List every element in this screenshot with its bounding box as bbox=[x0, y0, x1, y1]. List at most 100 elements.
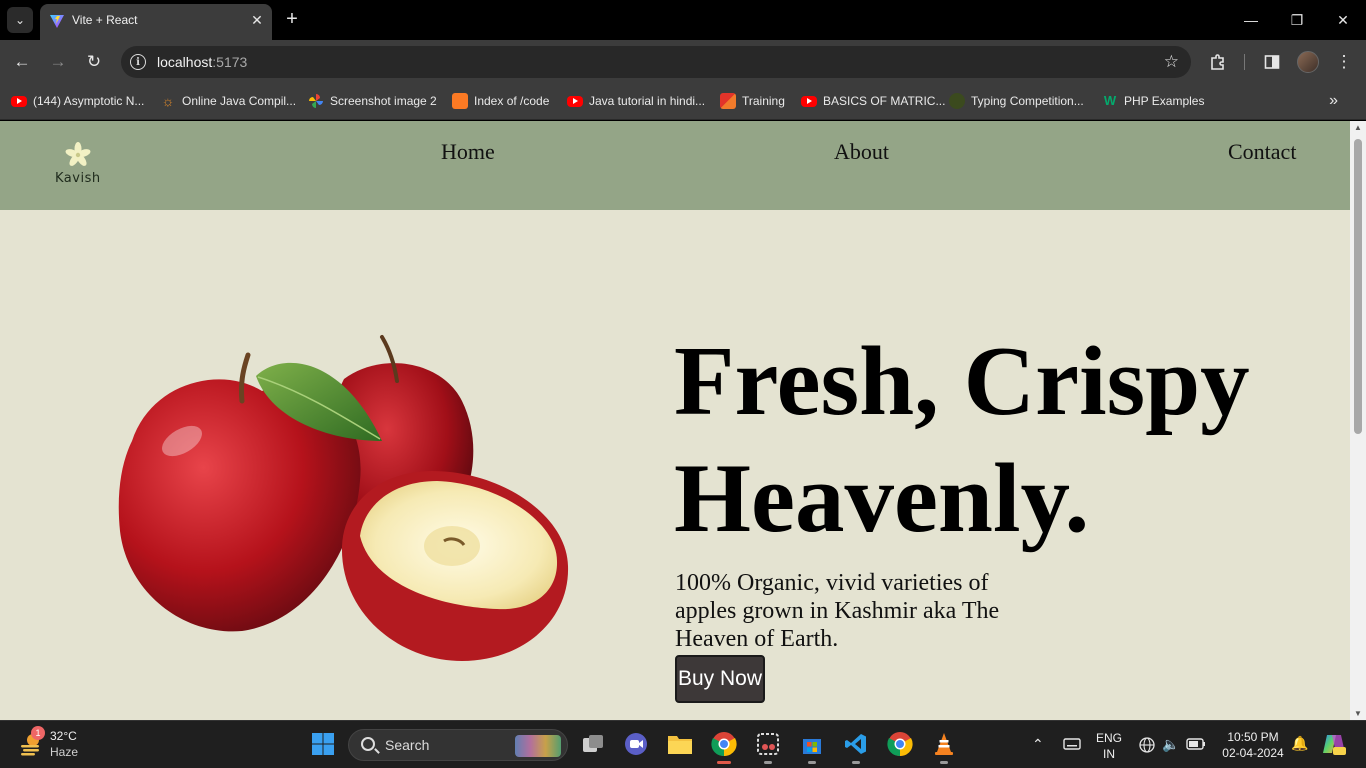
bookmark-item[interactable]: BASICS OF MATRIC... bbox=[801, 92, 945, 110]
bookmark-star-icon[interactable]: ☆ bbox=[1164, 52, 1179, 72]
task-view-icon bbox=[583, 735, 603, 752]
site-info-icon[interactable]: i bbox=[130, 54, 146, 70]
bookmark-item[interactable]: Screenshot image 2 bbox=[308, 92, 437, 110]
task-view-button[interactable] bbox=[579, 730, 607, 758]
clock-date[interactable]: 02-04-2024 bbox=[1220, 746, 1286, 760]
forward-button[interactable]: → bbox=[48, 52, 68, 72]
bookmark-item[interactable]: Index of /code bbox=[452, 92, 549, 110]
w3-icon: W bbox=[1103, 93, 1117, 108]
arrow-left-icon: ← bbox=[13, 52, 31, 71]
bookmark-item[interactable]: ☼ Online Java Compil... bbox=[160, 92, 296, 110]
tab-title: Vite + React bbox=[72, 13, 138, 27]
chrome-taskbar-button[interactable] bbox=[710, 730, 738, 764]
url-text: localhost:5173 bbox=[157, 54, 248, 70]
battery-icon[interactable] bbox=[1186, 737, 1206, 751]
apples-image bbox=[118, 335, 569, 661]
browser-menu-button[interactable]: ⋮ bbox=[1334, 52, 1354, 72]
vlc-cone-icon bbox=[935, 733, 953, 755]
chevron-up-icon[interactable]: ⌃ bbox=[1032, 736, 1044, 753]
training-icon bbox=[720, 93, 736, 109]
close-icon: ✕ bbox=[251, 11, 263, 28]
taskbar: 1 32°C Haze Search ⌃ ENG IN 🔈 10:50 PM 0… bbox=[0, 720, 1366, 768]
taskbar-search[interactable]: Search bbox=[348, 729, 568, 761]
youtube-icon bbox=[801, 95, 817, 107]
language-region[interactable]: IN bbox=[1096, 747, 1122, 761]
clock-time[interactable]: 10:50 PM bbox=[1222, 730, 1284, 744]
scroll-thumb[interactable] bbox=[1354, 139, 1362, 434]
arrow-right-icon: → bbox=[49, 52, 67, 71]
running-app-indicator bbox=[764, 761, 772, 764]
bookmark-item[interactable]: W PHP Examples bbox=[1102, 92, 1205, 110]
language-code[interactable]: ENG bbox=[1096, 731, 1122, 745]
page-scrollbar[interactable]: ▲ ▼ bbox=[1350, 121, 1366, 720]
new-tab-button[interactable]: + bbox=[282, 9, 302, 29]
scroll-up-icon[interactable]: ▲ bbox=[1353, 123, 1363, 132]
profile-avatar[interactable] bbox=[1297, 51, 1319, 73]
minimize-button[interactable]: — bbox=[1241, 10, 1261, 30]
hero-subtitle: 100% Organic, vivid varieties of apples … bbox=[675, 570, 1000, 652]
extensions-button[interactable] bbox=[1208, 52, 1228, 72]
sun-icon: ☼ bbox=[161, 93, 175, 109]
back-button[interactable]: ← bbox=[12, 52, 32, 72]
start-button[interactable] bbox=[309, 730, 337, 758]
bookmark-item[interactable]: (144) Asymptotic N... bbox=[11, 92, 144, 110]
site-navbar: Kavish Home About Contact bbox=[0, 121, 1350, 210]
nav-contact-link[interactable]: Contact bbox=[1228, 139, 1296, 165]
taskbar-search-label: Search bbox=[385, 737, 430, 753]
chrome-icon bbox=[887, 732, 913, 757]
bookmarks-overflow-button[interactable]: » bbox=[1329, 92, 1338, 110]
typing-icon bbox=[949, 93, 965, 109]
notification-bell-icon[interactable]: 🔔 bbox=[1291, 735, 1308, 752]
tab-search-button[interactable]: ⌄ bbox=[7, 7, 33, 33]
video-chat-icon bbox=[625, 733, 647, 755]
bookmarks-bar: (144) Asymptotic N... ☼ Online Java Compi… bbox=[0, 84, 1366, 120]
reload-button[interactable]: ↻ bbox=[84, 52, 104, 72]
snipping-tool-button[interactable] bbox=[754, 730, 782, 764]
reload-icon: ↻ bbox=[86, 52, 102, 71]
vscode-button[interactable] bbox=[842, 730, 870, 764]
page-viewport: Kavish Home About Contact Fresh, Crispy … bbox=[0, 121, 1366, 720]
weather-temperature[interactable]: 32°C bbox=[50, 729, 77, 743]
side-panel-button[interactable] bbox=[1262, 52, 1282, 72]
tab-close-button[interactable]: ✕ bbox=[248, 11, 266, 29]
nav-about-link[interactable]: About bbox=[834, 139, 889, 165]
running-app-indicator bbox=[940, 761, 948, 764]
hero-title: Fresh, Crispy Heavenly. bbox=[674, 327, 1250, 553]
globe-network-icon[interactable] bbox=[1139, 737, 1155, 753]
logo-text[interactable]: Kavish bbox=[55, 171, 101, 186]
plus-icon: + bbox=[286, 8, 298, 30]
volume-icon[interactable]: 🔈 bbox=[1162, 736, 1179, 753]
active-app-indicator bbox=[717, 761, 731, 764]
youtube-icon bbox=[11, 95, 27, 107]
chrome-icon bbox=[711, 732, 737, 757]
keyboard-icon[interactable] bbox=[1063, 737, 1081, 751]
weather-condition[interactable]: Haze bbox=[50, 745, 78, 759]
double-chevron-right-icon: » bbox=[1329, 92, 1338, 109]
bookmark-item[interactable]: Typing Competition... bbox=[949, 92, 1084, 110]
vlc-button[interactable] bbox=[930, 730, 958, 764]
tab-strip: ⌄ Vite + React ✕ + — ❐ ✕ bbox=[0, 0, 1366, 40]
search-highlight-image bbox=[515, 735, 561, 757]
browser-toolbar: ← → ↻ i localhost:5173 ☆ ⋮ bbox=[0, 40, 1366, 84]
bookmark-item[interactable]: Training bbox=[720, 92, 785, 110]
buy-now-button[interactable]: Buy Now bbox=[675, 655, 765, 703]
restore-button[interactable]: ❐ bbox=[1287, 10, 1307, 30]
scroll-down-icon[interactable]: ▼ bbox=[1353, 709, 1363, 718]
notification-badge: 1 bbox=[31, 726, 45, 740]
pinwheel-icon bbox=[309, 94, 323, 108]
meet-app-button[interactable] bbox=[622, 730, 650, 758]
nav-home-link[interactable]: Home bbox=[441, 139, 495, 165]
close-icon: ✕ bbox=[1337, 11, 1349, 28]
chrome-taskbar-button-2[interactable] bbox=[886, 730, 914, 758]
bookmark-item[interactable]: Java tutorial in hindi... bbox=[567, 92, 705, 110]
file-explorer-button[interactable] bbox=[666, 730, 694, 758]
xampp-icon bbox=[452, 93, 468, 109]
toolbar-separator bbox=[1244, 54, 1245, 70]
search-icon bbox=[361, 737, 375, 751]
address-bar[interactable]: i localhost:5173 ☆ bbox=[121, 46, 1191, 78]
restore-icon: ❐ bbox=[1290, 11, 1304, 28]
browser-tab[interactable]: Vite + React ✕ bbox=[40, 4, 272, 40]
store-button[interactable] bbox=[798, 730, 826, 764]
copilot-icon[interactable] bbox=[1322, 732, 1346, 756]
close-window-button[interactable]: ✕ bbox=[1333, 10, 1353, 30]
